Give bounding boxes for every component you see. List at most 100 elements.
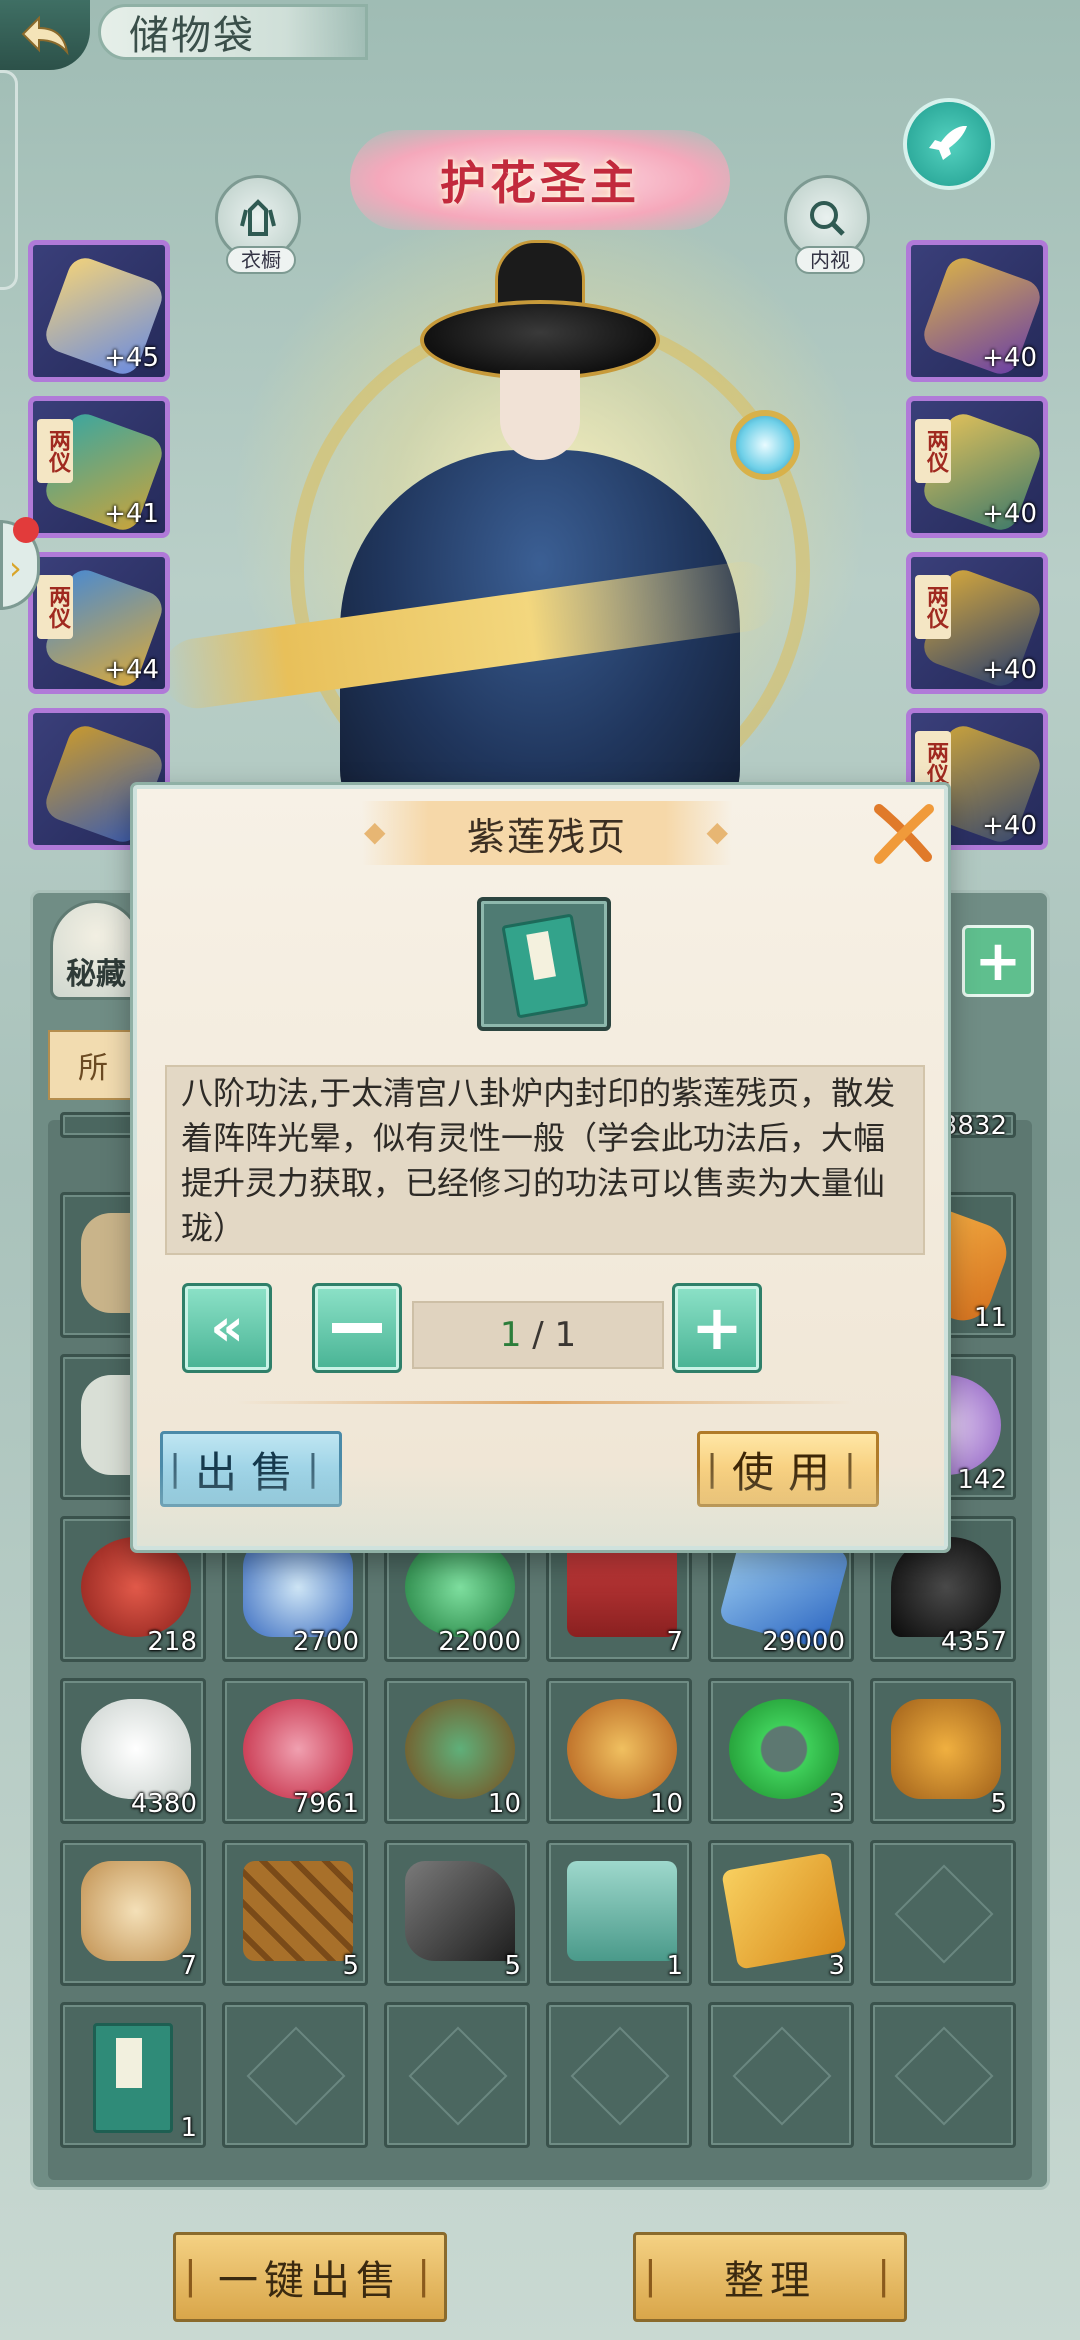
dialog-title: 紫莲残页 [362,801,732,865]
quantity-total: / 1 [521,1315,577,1355]
white-bean-item-icon [81,1699,191,1799]
quantity-increase-button[interactable]: + [672,1283,762,1373]
notification-dot-icon [13,517,39,543]
empty-slot[interactable] [708,2002,854,2148]
item-slot[interactable]: 4380 [60,1678,206,1824]
chest-item-icon [567,1537,677,1637]
rocket-button[interactable] [903,98,995,190]
item-slot[interactable]: 5 [384,1840,530,1986]
treasure-bag-item-icon [891,1699,1001,1799]
slot-tag: 两仪 [37,575,73,639]
inspect-button[interactable]: 内视 [784,175,870,274]
bag-filter-all[interactable]: 所 [48,1030,138,1100]
outfit-button[interactable]: 衣橱 [215,175,301,274]
item-slot[interactable]: 5 [870,1678,1016,1824]
red-ring-item-icon [243,1699,353,1799]
dialog-mist-decoration [137,1466,944,1546]
wood-logs-item-icon [243,1861,353,1961]
item-quantity: 2700 [292,1627,359,1657]
staff-orb [730,410,800,480]
cloud-item-icon [243,1537,353,1637]
quantity-min-button[interactable]: « [182,1283,272,1373]
minus-icon [332,1323,382,1333]
slot-level: +40 [982,499,1037,529]
header: 储物袋 [0,0,1080,70]
character-title-banner: 护花圣主 [350,130,730,230]
empty-slot-diamond-icon [894,2026,994,2126]
chevron-right-icon: › [9,549,22,587]
item-quantity: 3 [828,1789,845,1819]
item-quantity: 4380 [130,1789,197,1819]
item-quantity: 5 [504,1951,521,1981]
item-slot[interactable]: 1 [60,2002,206,2148]
equip-slot-left-3[interactable]: 两仪 +44 [28,552,170,694]
item-icon-frame [477,897,611,1031]
item-slot[interactable]: 10 [546,1678,692,1824]
book-icon [501,913,589,1019]
expand-bag-button[interactable]: + [962,925,1034,997]
empty-slot-diamond-icon [570,2026,670,2126]
item-quantity: 22000 [438,1627,521,1657]
item-quantity: 10 [487,1789,521,1819]
empty-slot[interactable] [222,2002,368,2148]
wardrobe-icon [240,199,276,236]
empty-slot-diamond-icon [408,2026,508,2126]
item-quantity: 3 [828,1951,845,1981]
item-quantity: 1 [180,2113,197,2143]
character-title: 护花圣主 [440,156,640,210]
ore-item-icon [405,1861,515,1961]
item-slot[interactable]: 5 [222,1840,368,1986]
book-item-icon [93,2023,173,2133]
bag-tab-secret[interactable]: 秘藏 [50,900,142,1000]
item-slot[interactable]: 3 [708,1840,854,1986]
item-quantity: 3832 [940,1112,1007,1138]
item-slot[interactable]: 10 [384,1678,530,1824]
close-button[interactable] [867,799,937,869]
slot-level: +44 [104,655,159,685]
empty-slot-diamond-icon [894,1864,994,1964]
slot-tag: 两仪 [37,419,73,483]
close-icon [874,804,934,864]
slot-tag: 两仪 [915,575,951,639]
equip-slot-right-3[interactable]: 两仪 +40 [906,552,1048,694]
item-slot[interactable]: 3 [708,1678,854,1824]
empty-slot[interactable] [546,2002,692,2148]
empty-slot[interactable] [384,2002,530,2148]
quantity-current: 1 [499,1315,522,1355]
page-title: 储物袋 [98,4,368,60]
slot-level: +40 [982,655,1037,685]
item-quantity: 1 [666,1951,683,1981]
inspect-label: 内视 [795,246,865,274]
item-slot[interactable]: 1 [546,1840,692,1986]
equip-slot-left-2[interactable]: 两仪 +41 [28,396,170,538]
grain-sack-item-icon [81,1861,191,1961]
quantity-decrease-button[interactable] [312,1283,402,1373]
item-slot[interactable]: 7 [60,1840,206,1986]
sort-button[interactable]: 整理 [633,2232,907,2322]
rocket-icon [929,126,967,160]
item-quantity: 10 [649,1789,683,1819]
character-figure[interactable] [158,220,800,860]
equip-slot-right-2[interactable]: 两仪 +40 [906,396,1048,538]
slot-level: +41 [104,499,159,529]
item-quantity: 4357 [940,1627,1007,1657]
gold-medal-item-icon [567,1699,677,1799]
jade-ring-item-icon [729,1699,839,1799]
back-arrow-icon [21,15,69,56]
equip-slot-left-1[interactable]: +45 [28,240,170,382]
jade-token-item-icon [567,1861,677,1961]
plus-icon: + [691,1291,743,1364]
sell-all-button[interactable]: 一键出售 [173,2232,447,2322]
red-gourd-item-icon [81,1537,191,1637]
character-face [500,370,580,460]
item-quantity: 7 [180,1951,197,1981]
hat-brim [420,300,660,380]
double-chevron-left-icon: « [210,1298,244,1358]
equip-slot-right-1[interactable]: +40 [906,240,1048,382]
item-slot[interactable]: 7961 [222,1678,368,1824]
empty-slot[interactable] [870,1840,1016,1986]
slot-level: +40 [982,343,1037,373]
slot-level: +45 [104,343,159,373]
empty-slot[interactable] [870,2002,1016,2148]
back-button[interactable] [0,0,90,70]
